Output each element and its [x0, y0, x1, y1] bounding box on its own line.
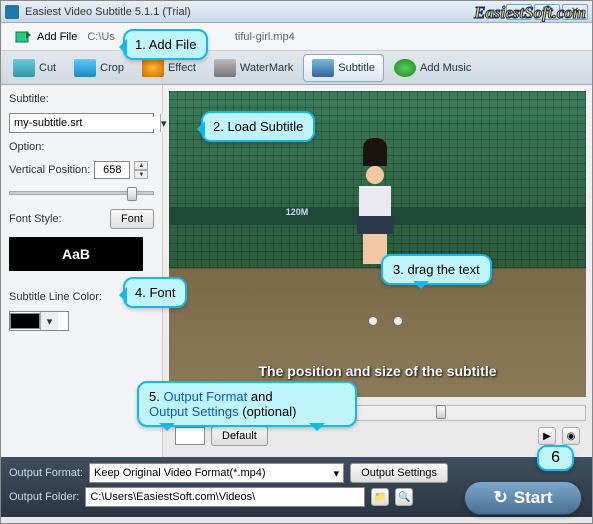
output-format-value: Keep Original Video Format(*.mp4) [94, 467, 266, 479]
refresh-icon: ↻ [494, 488, 508, 508]
subtitle-icon [312, 59, 334, 77]
callout-6-text: 6 [551, 449, 560, 466]
callout-5-b: Output Settings [149, 404, 239, 419]
file-toolbar: Add File C:\Us tiful-girl.mp4 [1, 23, 592, 51]
callout-3-text: 3. drag the text [393, 262, 480, 277]
callout-2-text: 2. Load Subtitle [213, 119, 303, 134]
font-preview: AaB [9, 237, 143, 271]
callout-2: 2. Load Subtitle [201, 111, 315, 142]
output-format-label: Output Format: [9, 467, 83, 479]
baseball [394, 317, 402, 325]
tab-effect-label: Effect [168, 62, 196, 74]
baseball [369, 317, 377, 325]
subtitle-file-input[interactable] [10, 117, 160, 129]
app-window: Easiest Video Subtitle 5.1.1 (Trial) — ☐… [0, 0, 593, 524]
callout-6: 6 [537, 445, 574, 471]
vpos-down-button[interactable]: ▼ [134, 170, 148, 179]
distance-marker: 120M [286, 207, 309, 217]
color-swatch [10, 313, 40, 329]
font-button[interactable]: Font [110, 209, 154, 229]
callout-3: 3. drag the text [381, 254, 492, 285]
add-file-button[interactable]: Add File [7, 25, 83, 49]
output-format-combo[interactable]: Keep Original Video Format(*.mp4)▾ [89, 463, 344, 483]
girl-figure [352, 158, 398, 268]
start-label: Start [514, 488, 553, 508]
callout-4-text: 4. Font [135, 285, 175, 300]
crop-icon [74, 59, 96, 77]
music-icon [394, 59, 416, 77]
file-path-suffix: tiful-girl.mp4 [235, 31, 295, 43]
callout-5-post: (optional) [239, 404, 297, 419]
subtitle-file-combo[interactable]: ▾ [9, 113, 154, 133]
add-file-label: Add File [37, 31, 77, 43]
cut-icon [13, 59, 35, 77]
tab-cut-label: Cut [39, 62, 56, 74]
subtitle-label: Subtitle: [9, 93, 154, 105]
option-label: Option: [9, 141, 154, 153]
tab-subtitle[interactable]: Subtitle [303, 54, 384, 82]
callout-5-mid: and [247, 389, 272, 404]
effect-icon [142, 59, 164, 77]
open-folder-button[interactable]: 📁 [371, 488, 389, 506]
tab-cut[interactable]: Cut [5, 55, 64, 81]
callout-5-a: Output Format [163, 389, 247, 404]
tab-subtitle-label: Subtitle [338, 62, 375, 74]
line-color-combo[interactable]: ▾ [9, 311, 69, 331]
vpos-up-button[interactable]: ▲ [134, 161, 148, 170]
tab-crop[interactable]: Crop [66, 55, 132, 81]
tab-music-label: Add Music [420, 62, 471, 74]
add-file-icon [13, 27, 33, 47]
play-button[interactable]: ▶ [538, 427, 556, 445]
timeline-thumb[interactable] [436, 405, 446, 419]
vpos-slider-thumb[interactable] [127, 187, 137, 201]
subtitle-overlay[interactable]: The position and size of the subtitle [169, 363, 586, 379]
callout-5-pre: 5. [149, 389, 163, 404]
callout-4: 4. Font [123, 277, 187, 308]
app-icon [5, 5, 19, 19]
vpos-label: Vertical Position: [9, 164, 90, 176]
vpos-input[interactable] [94, 161, 130, 179]
callout-1-text: 1. Add File [135, 37, 196, 52]
current-color-box [175, 427, 205, 445]
callout-1: 1. Add File [123, 29, 208, 60]
output-folder-label: Output Folder: [9, 491, 79, 503]
snapshot-button[interactable]: ◉ [562, 427, 580, 445]
watermark-text: EasiestSoft.com [474, 3, 586, 23]
tab-watermark[interactable]: WaterMark [206, 55, 301, 81]
output-folder-field[interactable]: C:\Users\EasiestSoft.com\Videos\ [85, 487, 365, 507]
chevron-down-icon[interactable]: ▾ [40, 312, 58, 330]
output-settings-button[interactable]: Output Settings [350, 463, 448, 483]
tab-bar: Cut Crop Effect WaterMark Subtitle Add M… [1, 51, 592, 85]
output-folder-value: C:\Users\EasiestSoft.com\Videos\ [90, 491, 255, 503]
font-style-label: Font Style: [9, 213, 62, 225]
window-title: Easiest Video Subtitle 5.1.1 (Trial) [25, 6, 191, 18]
start-button[interactable]: ↻ Start [464, 481, 582, 515]
callout-5: 5. Output Format and Output Settings (op… [137, 381, 357, 427]
default-button[interactable]: Default [211, 426, 268, 446]
search-folder-button[interactable]: 🔍 [395, 488, 413, 506]
tab-crop-label: Crop [100, 62, 124, 74]
tab-watermark-label: WaterMark [240, 62, 293, 74]
tab-add-music[interactable]: Add Music [386, 55, 479, 81]
watermark-icon [214, 59, 236, 77]
vpos-slider[interactable] [9, 191, 154, 195]
